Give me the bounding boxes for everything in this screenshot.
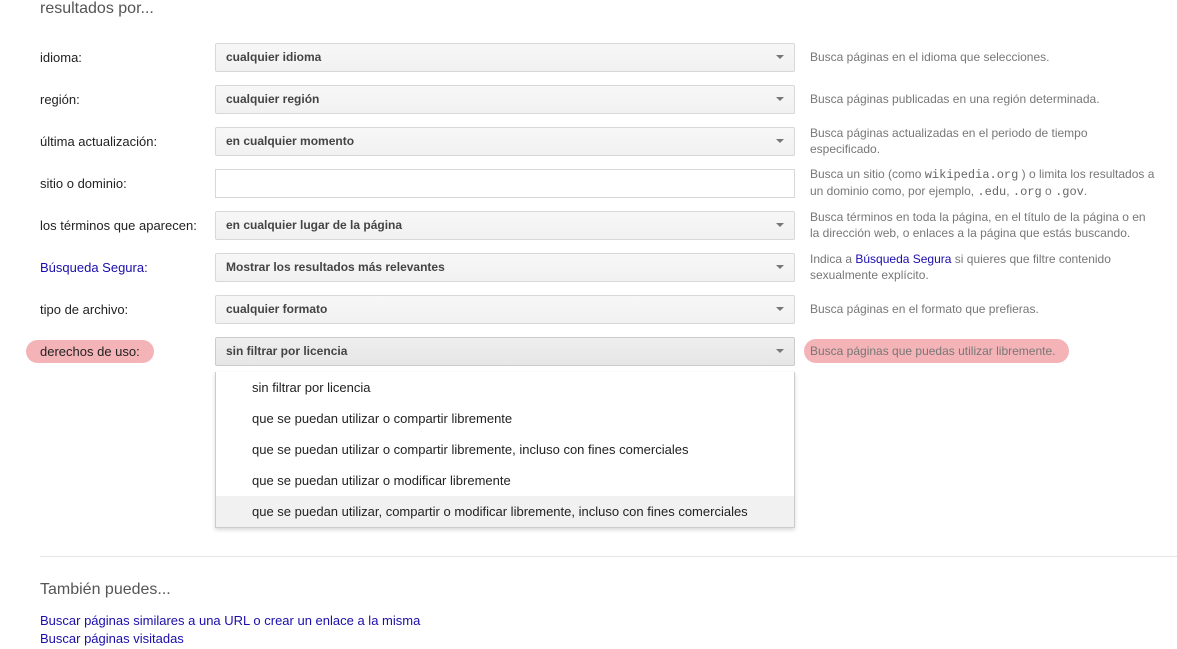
help-update: Busca páginas actualizadas en el periodo… bbox=[810, 125, 1177, 157]
select-filetype-value: cualquier formato bbox=[226, 302, 327, 316]
dropdown-rights: sin filtrar por licencia que se puedan u… bbox=[215, 372, 795, 528]
label-rights: derechos de uso: bbox=[40, 340, 215, 363]
select-update[interactable]: en cualquier momento bbox=[215, 127, 795, 156]
row-update: última actualización: en cualquier momen… bbox=[40, 120, 1177, 162]
link-visited-pages[interactable]: Buscar páginas visitadas bbox=[40, 631, 1177, 646]
code-edu: .edu bbox=[977, 185, 1006, 199]
row-region: región: cualquier región Busca páginas p… bbox=[40, 78, 1177, 120]
row-rights: derechos de uso: sin filtrar por licenci… bbox=[40, 330, 1177, 372]
row-terms: los términos que aparecen: en cualquier … bbox=[40, 204, 1177, 246]
select-region-value: cualquier región bbox=[226, 92, 319, 106]
label-region: región: bbox=[40, 92, 215, 107]
label-filetype: tipo de archivo: bbox=[40, 302, 215, 317]
link-safesearch[interactable]: Búsqueda Segura bbox=[855, 252, 951, 266]
select-safesearch[interactable]: Mostrar los resultados más relevantes bbox=[215, 253, 795, 282]
code-wikipedia: wikipedia.org bbox=[925, 168, 1019, 182]
select-terms-value: en cualquier lugar de la página bbox=[226, 218, 402, 232]
label-terms: los términos que aparecen: bbox=[40, 218, 215, 233]
code-org: .org bbox=[1013, 185, 1042, 199]
row-idioma: idioma: cualquier idioma Busca páginas e… bbox=[40, 36, 1177, 78]
select-region[interactable]: cualquier región bbox=[215, 85, 795, 114]
help-idioma: Busca páginas en el idioma que seleccion… bbox=[810, 49, 1177, 65]
select-safesearch-value: Mostrar los resultados más relevantes bbox=[226, 260, 445, 274]
chevron-down-icon bbox=[776, 139, 784, 143]
select-update-value: en cualquier momento bbox=[226, 134, 354, 148]
label-idioma: idioma: bbox=[40, 50, 215, 65]
chevron-down-icon bbox=[776, 307, 784, 311]
help-region: Busca páginas publicadas en una región d… bbox=[810, 91, 1177, 107]
also-title: También puedes... bbox=[40, 581, 1177, 599]
section-title: resultados por... bbox=[40, 0, 1177, 18]
row-site: sitio o dominio: Busca un sitio (como wi… bbox=[40, 162, 1177, 204]
select-idioma[interactable]: cualquier idioma bbox=[215, 43, 795, 72]
input-site[interactable] bbox=[215, 169, 795, 198]
rights-option-1[interactable]: que se puedan utilizar o compartir libre… bbox=[216, 403, 794, 434]
help-filetype: Busca páginas en el formato que prefiera… bbox=[810, 301, 1177, 317]
chevron-down-icon bbox=[776, 223, 784, 227]
select-idioma-value: cualquier idioma bbox=[226, 50, 321, 64]
chevron-down-icon bbox=[776, 55, 784, 59]
chevron-down-icon bbox=[776, 349, 784, 353]
select-filetype[interactable]: cualquier formato bbox=[215, 295, 795, 324]
chevron-down-icon bbox=[776, 97, 784, 101]
help-safesearch: Indica a Búsqueda Segura si quieres que … bbox=[810, 251, 1177, 283]
help-terms: Busca términos en toda la página, en el … bbox=[810, 209, 1177, 241]
link-similar-pages[interactable]: Buscar páginas similares a una URL o cre… bbox=[40, 613, 1177, 628]
rights-option-0[interactable]: sin filtrar por licencia bbox=[216, 372, 794, 403]
rights-option-3[interactable]: que se puedan utilizar o modificar libre… bbox=[216, 465, 794, 496]
label-safesearch[interactable]: Búsqueda Segura: bbox=[40, 260, 215, 275]
rights-option-4[interactable]: que se puedan utilizar, compartir o modi… bbox=[216, 496, 794, 527]
label-site: sitio o dominio: bbox=[40, 176, 215, 191]
highlight-rights-help: Busca páginas que puedas utilizar librem… bbox=[804, 339, 1069, 363]
help-rights: Busca páginas que puedas utilizar librem… bbox=[810, 339, 1177, 363]
code-gov: .gov bbox=[1055, 185, 1084, 199]
also-links: Buscar páginas similares a una URL o cre… bbox=[40, 613, 1177, 646]
label-update: última actualización: bbox=[40, 134, 215, 149]
select-rights[interactable]: sin filtrar por licencia bbox=[215, 337, 795, 366]
row-safesearch: Búsqueda Segura: Mostrar los resultados … bbox=[40, 246, 1177, 288]
highlight-rights-label: derechos de uso: bbox=[26, 340, 154, 363]
row-filetype: tipo de archivo: cualquier formato Busca… bbox=[40, 288, 1177, 330]
rights-option-2[interactable]: que se puedan utilizar o compartir libre… bbox=[216, 434, 794, 465]
chevron-down-icon bbox=[776, 265, 784, 269]
separator bbox=[40, 556, 1177, 557]
select-terms[interactable]: en cualquier lugar de la página bbox=[215, 211, 795, 240]
help-site: Busca un sitio (como wikipedia.org ) o l… bbox=[810, 166, 1177, 200]
select-rights-value: sin filtrar por licencia bbox=[226, 344, 347, 358]
